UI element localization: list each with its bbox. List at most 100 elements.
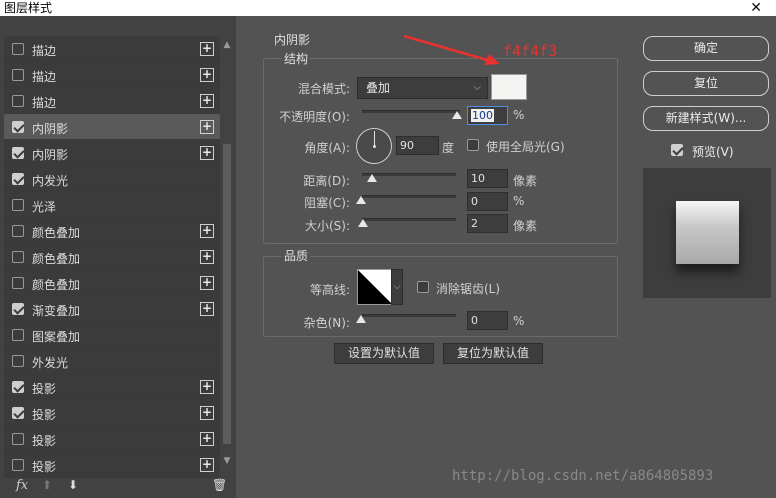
style-checkbox[interactable] bbox=[12, 199, 24, 211]
annotation-arrow-icon bbox=[403, 34, 500, 65]
add-instance-icon[interactable]: + bbox=[200, 146, 214, 160]
style-list-item[interactable]: 内阴影 + bbox=[4, 140, 220, 166]
ok-button[interactable]: 确定 bbox=[643, 36, 769, 61]
size-label: 大小(S): bbox=[304, 219, 350, 233]
style-list-item[interactable]: 内阴影 + bbox=[4, 114, 220, 140]
opacity-slider-thumb[interactable] bbox=[452, 111, 462, 119]
style-list-item[interactable]: 颜色叠加 + bbox=[4, 244, 220, 270]
style-list-item[interactable]: 投影 + bbox=[4, 374, 220, 400]
style-list-item[interactable]: 描边 + bbox=[4, 36, 220, 62]
style-checkbox[interactable] bbox=[12, 147, 24, 159]
style-checkbox[interactable] bbox=[12, 329, 24, 341]
set-default-button[interactable]: 设置为默认值 bbox=[334, 343, 434, 364]
style-checkbox[interactable] bbox=[12, 433, 24, 445]
style-list-scrollbar[interactable]: ▲ ▼ bbox=[221, 36, 233, 472]
scroll-down-icon[interactable]: ▼ bbox=[222, 456, 232, 468]
contour-preview[interactable] bbox=[357, 269, 393, 305]
style-list-item[interactable]: 投影 + bbox=[4, 426, 220, 452]
global-light-checkbox[interactable] bbox=[467, 139, 479, 151]
style-preview bbox=[643, 168, 771, 298]
blend-mode-select[interactable]: 叠加 ⌵ bbox=[357, 77, 488, 99]
angle-input[interactable]: 90 bbox=[396, 136, 439, 155]
add-instance-icon[interactable]: + bbox=[200, 458, 214, 472]
move-up-icon[interactable]: ⬆ bbox=[42, 478, 52, 492]
size-slider-thumb[interactable] bbox=[358, 219, 368, 227]
distance-slider-thumb[interactable] bbox=[367, 174, 377, 182]
blend-mode-value: 叠加 bbox=[366, 81, 391, 95]
distance-label: 距离(D): bbox=[303, 174, 350, 188]
style-list-item[interactable]: 图案叠加 bbox=[4, 322, 220, 348]
style-list-item[interactable]: 描边 + bbox=[4, 88, 220, 114]
add-instance-icon[interactable]: + bbox=[200, 432, 214, 446]
add-instance-icon[interactable]: + bbox=[200, 406, 214, 420]
choke-slider-track[interactable] bbox=[362, 195, 456, 198]
style-item-label: 渐变叠加 bbox=[32, 304, 81, 318]
reset-button[interactable]: 复位 bbox=[643, 71, 769, 96]
anti-alias-label: 消除锯齿(L) bbox=[436, 282, 501, 296]
style-list-item[interactable]: 内发光 bbox=[4, 166, 220, 192]
fx-icon[interactable]: fx bbox=[16, 478, 28, 493]
style-list-item[interactable]: 投影 + bbox=[4, 400, 220, 426]
style-item-label: 光泽 bbox=[32, 200, 57, 214]
reset-default-button[interactable]: 复位为默认值 bbox=[443, 343, 543, 364]
add-instance-icon[interactable]: + bbox=[200, 94, 214, 108]
style-list-item[interactable]: 光泽 bbox=[4, 192, 220, 218]
window-title: 图层样式 bbox=[4, 1, 53, 15]
anti-alias-checkbox[interactable] bbox=[417, 281, 429, 293]
noise-slider-thumb[interactable] bbox=[356, 315, 366, 323]
section-title: 内阴影 bbox=[274, 33, 311, 47]
style-checkbox[interactable] bbox=[12, 303, 24, 315]
style-item-label: 投影 bbox=[32, 382, 57, 396]
style-checkbox[interactable] bbox=[12, 355, 24, 367]
close-icon[interactable]: ✕ bbox=[750, 0, 762, 16]
style-list-item[interactable]: 颜色叠加 + bbox=[4, 218, 220, 244]
preview-checkbox[interactable] bbox=[671, 144, 683, 156]
style-checkbox[interactable] bbox=[12, 43, 24, 55]
preview-label: 预览(V) bbox=[692, 145, 734, 159]
add-instance-icon[interactable]: + bbox=[200, 276, 214, 290]
angle-unit: 度 bbox=[442, 141, 455, 155]
style-list-item[interactable]: 渐变叠加 + bbox=[4, 296, 220, 322]
style-checkbox[interactable] bbox=[12, 381, 24, 393]
angle-dial[interactable] bbox=[356, 128, 392, 164]
style-list-item[interactable]: 外发光 bbox=[4, 348, 220, 374]
style-checkbox[interactable] bbox=[12, 173, 24, 185]
add-instance-icon[interactable]: + bbox=[200, 250, 214, 264]
choke-input[interactable]: 0 bbox=[467, 192, 508, 211]
contour-dropdown[interactable]: ⌵ bbox=[391, 269, 403, 305]
noise-slider-track[interactable] bbox=[362, 314, 456, 317]
add-instance-icon[interactable]: + bbox=[200, 302, 214, 316]
scrollbar-thumb[interactable] bbox=[223, 144, 231, 444]
style-checkbox[interactable] bbox=[12, 69, 24, 81]
style-checkbox[interactable] bbox=[12, 121, 24, 133]
style-checkbox[interactable] bbox=[12, 251, 24, 263]
style-checkbox[interactable] bbox=[12, 407, 24, 419]
add-instance-icon[interactable]: + bbox=[200, 68, 214, 82]
opacity-input[interactable]: 100 bbox=[467, 106, 508, 125]
distance-input[interactable]: 10 bbox=[467, 169, 508, 188]
new-style-button[interactable]: 新建样式(W)... bbox=[643, 106, 769, 131]
style-checkbox[interactable] bbox=[12, 459, 24, 471]
style-item-label: 投影 bbox=[32, 408, 57, 422]
style-list-item[interactable]: 颜色叠加 + bbox=[4, 270, 220, 296]
opacity-slider-track[interactable] bbox=[362, 110, 460, 113]
shadow-color-swatch[interactable] bbox=[491, 74, 527, 100]
size-slider-track[interactable] bbox=[362, 218, 456, 221]
add-instance-icon[interactable]: + bbox=[200, 120, 214, 134]
scroll-up-icon[interactable]: ▲ bbox=[222, 40, 232, 52]
move-down-icon[interactable]: ⬇ bbox=[68, 478, 78, 492]
choke-slider-thumb[interactable] bbox=[356, 196, 366, 204]
style-checkbox[interactable] bbox=[12, 225, 24, 237]
noise-input[interactable]: 0 bbox=[467, 311, 508, 330]
add-instance-icon[interactable]: + bbox=[200, 224, 214, 238]
size-input[interactable]: 2 bbox=[467, 214, 508, 233]
choke-label: 阻塞(C): bbox=[304, 196, 350, 210]
add-instance-icon[interactable]: + bbox=[200, 42, 214, 56]
style-checkbox[interactable] bbox=[12, 277, 24, 289]
style-list-item[interactable]: 描边 + bbox=[4, 62, 220, 88]
add-instance-icon[interactable]: + bbox=[200, 380, 214, 394]
style-checkbox[interactable] bbox=[12, 95, 24, 107]
style-item-label: 内阴影 bbox=[32, 122, 69, 136]
trash-icon[interactable]: 🗑 bbox=[212, 478, 227, 492]
noise-unit: % bbox=[513, 314, 525, 328]
